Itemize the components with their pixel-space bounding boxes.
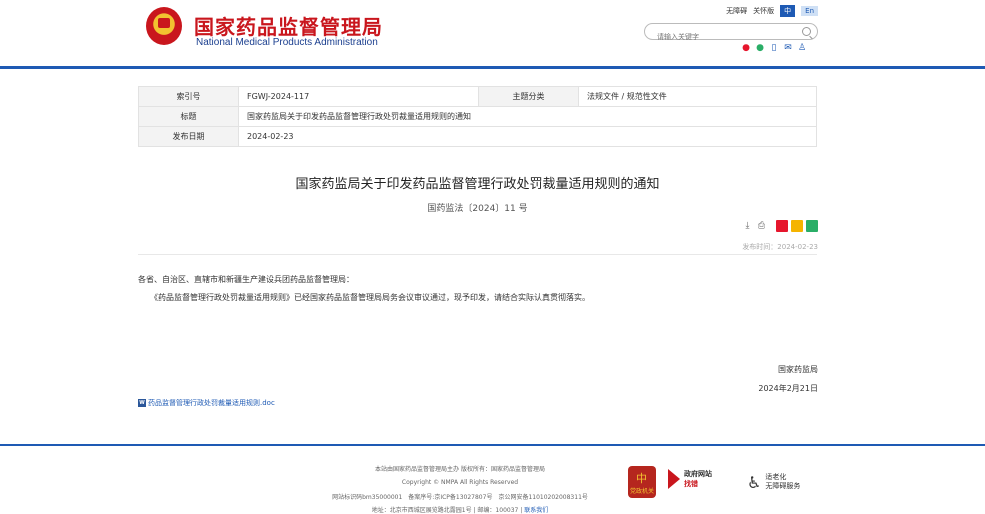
index-label: 索引号 <box>138 86 239 107</box>
site-header: 国家药品监督管理局 National Medical Products Admi… <box>0 0 985 66</box>
download-icon[interactable]: ⤓ <box>742 221 753 232</box>
category-value: 法规文件 / 规范性文件 <box>578 86 817 107</box>
print-icon[interactable]: ⎙ <box>756 221 767 232</box>
gov-site-error-badge[interactable]: 政府网站 找错 <box>668 469 712 489</box>
elderly-accessibility-badge[interactable]: ♿ 适老化 无障碍服务 <box>747 473 800 491</box>
site-subtitle: National Medical Products Administration <box>196 37 378 48</box>
signature-org: 国家药监局 <box>778 365 818 374</box>
mobile-icon[interactable]: ▯ <box>769 43 779 53</box>
user-icon[interactable]: ♙ <box>797 43 807 53</box>
search-box <box>644 23 818 41</box>
party-gov-badge[interactable]: 党政机关 <box>628 466 656 498</box>
signature-date: 2024年2月21日 <box>758 384 818 393</box>
wechat-icon[interactable]: ● <box>755 43 765 53</box>
index-value: FGWJ-2024-117 <box>238 86 479 107</box>
footer-registration: 网站标识码bm35000001 备案序号:京ICP备13027807号 京公网安… <box>332 494 588 501</box>
article-tools: ⤓ ⎙ <box>742 220 818 232</box>
care-mode-link[interactable]: 关怀版 <box>753 6 774 16</box>
accessibility-link[interactable]: 无障碍 <box>726 6 747 16</box>
weibo-icon[interactable]: ● <box>741 43 751 53</box>
date-value: 2024-02-23 <box>238 126 817 147</box>
share-wechat-icon[interactable] <box>806 220 818 232</box>
mail-icon[interactable]: ✉ <box>783 43 793 53</box>
search-input[interactable] <box>657 33 797 41</box>
title-label: 标题 <box>138 106 239 127</box>
word-doc-icon: W <box>138 399 146 407</box>
header-divider <box>0 66 985 69</box>
red-flag-icon <box>668 469 680 489</box>
top-links: 无障碍 关怀版 中 En <box>726 5 818 17</box>
accessibility-icon: ♿ <box>747 472 762 492</box>
publish-time: 发布时间：2024-02-23 <box>742 243 818 251</box>
find-error-label: 找错 <box>684 480 698 488</box>
footer-divider <box>0 444 985 446</box>
elderly-label: 适老化 <box>765 473 787 481</box>
lang-zh-button[interactable]: 中 <box>780 5 796 17</box>
gov-site-label: 政府网站 <box>684 470 712 478</box>
attachment-link[interactable]: W 药品监督管理行政处罚裁量适用规则.doc <box>138 398 275 408</box>
national-emblem-icon <box>146 7 182 45</box>
share-weibo-icon[interactable] <box>776 220 788 232</box>
article-paragraph: 《药品监督管理行政处罚裁量适用规则》已经国家药品监督管理局局务会议审议通过，现予… <box>150 293 590 302</box>
article-title: 国家药监局关于印发药品监督管理行政处罚裁量适用规则的通知 <box>295 177 660 192</box>
title-value: 国家药监局关于印发药品监督管理行政处罚裁量适用规则的通知 <box>238 106 817 127</box>
article-salutation: 各省、自治区、直辖市和新疆生产建设兵团药品监督管理局： <box>138 275 354 284</box>
share-qzone-icon[interactable] <box>791 220 803 232</box>
attachment-name[interactable]: 药品监督管理行政处罚裁量适用规则.doc <box>148 398 275 408</box>
document-meta-table: 索引号 FGWJ-2024-117 主题分类 法规文件 / 规范性文件 标题 国… <box>138 86 817 147</box>
footer-copyright: Copyright © NMPA All Rights Reserved <box>401 479 519 486</box>
lang-en-button[interactable]: En <box>801 6 818 16</box>
article-divider <box>138 254 817 255</box>
site-title[interactable]: 国家药品监督管理局 <box>194 11 383 40</box>
document-number: 国药监法〔2024〕11 号 <box>427 204 528 214</box>
footer-sponsor: 本站由国家药品监督管理局主办 版权所有：国家药品监督管理局 <box>375 466 545 473</box>
social-links: ● ● ▯ ✉ ♙ <box>741 43 807 53</box>
date-label: 发布日期 <box>138 126 239 147</box>
category-label: 主题分类 <box>478 86 579 107</box>
search-icon[interactable] <box>802 27 811 36</box>
accessibility-service-label: 无障碍服务 <box>765 482 801 490</box>
